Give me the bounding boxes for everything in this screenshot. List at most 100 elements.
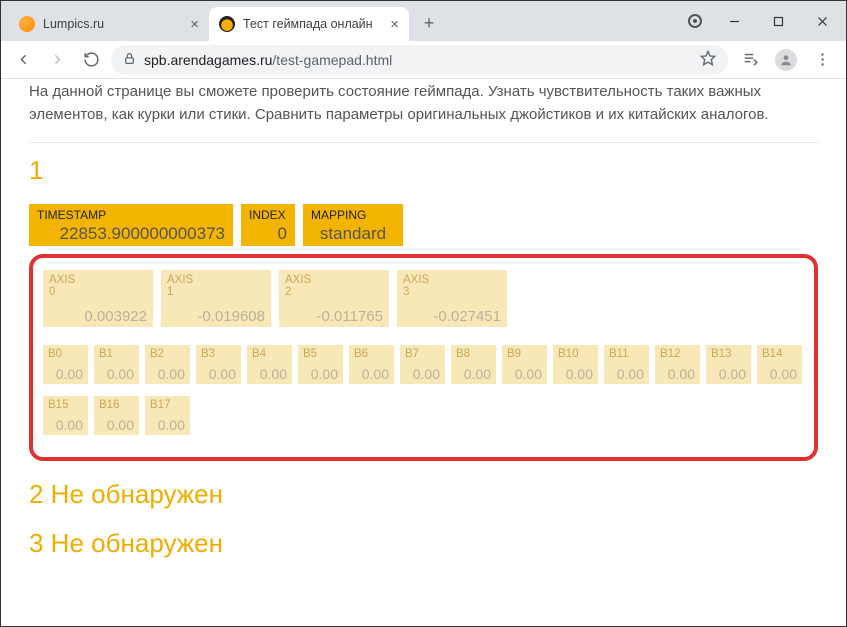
button-box: B40.00 [247, 345, 292, 384]
url-text: spb.arendagames.ru/test-gamepad.html [144, 52, 692, 68]
button-value: 0.00 [48, 411, 83, 433]
button-label: B6 [354, 348, 389, 360]
button-value: 0.00 [456, 360, 491, 382]
menu-button[interactable] [806, 46, 838, 74]
button-value: 0.00 [405, 360, 440, 382]
mapping-label: MAPPING [311, 208, 395, 222]
axes-row: AXIS00.003922AXIS1-0.019608AXIS2-0.01176… [43, 270, 804, 327]
button-box: B170.00 [145, 396, 190, 435]
button-label: B15 [48, 399, 83, 411]
button-label: B13 [711, 348, 746, 360]
lock-icon [123, 52, 136, 68]
button-label: B16 [99, 399, 134, 411]
axis-label: AXIS [285, 274, 383, 286]
button-label: B12 [660, 348, 695, 360]
timestamp-box: TIMESTAMP 22853.900000000373 [29, 204, 233, 246]
button-value: 0.00 [762, 360, 797, 382]
reading-list-icon[interactable] [734, 46, 766, 74]
button-box: B00.00 [43, 345, 88, 384]
favicon-lumpics [19, 16, 35, 32]
button-value: 0.00 [660, 360, 695, 382]
axis-value: 0.003922 [49, 298, 147, 325]
button-label: B14 [762, 348, 797, 360]
title-bar: Lumpics.ru × ⬤ Тест геймпада онлайн × + [1, 1, 846, 41]
button-value: 0.00 [99, 411, 134, 433]
button-label: B4 [252, 348, 287, 360]
bookmark-star-icon[interactable] [700, 50, 716, 69]
timestamp-value: 22853.900000000373 [37, 222, 225, 244]
profile-button[interactable] [770, 46, 802, 74]
tab-gamepad-test[interactable]: ⬤ Тест геймпада онлайн × [209, 7, 409, 41]
button-value: 0.00 [558, 360, 593, 382]
axis-index: 2 [285, 286, 383, 298]
button-label: B8 [456, 348, 491, 360]
button-label: B7 [405, 348, 440, 360]
index-label: INDEX [249, 208, 287, 222]
close-tab-icon[interactable]: × [390, 16, 399, 33]
button-box: B50.00 [298, 345, 343, 384]
toolbar: spb.arendagames.ru/test-gamepad.html [1, 41, 846, 79]
button-box: B10.00 [94, 345, 139, 384]
button-value: 0.00 [711, 360, 746, 382]
button-box: B20.00 [145, 345, 190, 384]
page-content: На данной странице вы сможете проверить … [1, 79, 846, 626]
new-tab-button[interactable]: + [415, 9, 443, 37]
button-label: B3 [201, 348, 236, 360]
button-label: B1 [99, 348, 134, 360]
axis-value: -0.019608 [167, 298, 265, 325]
gamepad-meta-row: TIMESTAMP 22853.900000000373 INDEX 0 MAP… [29, 204, 818, 246]
gamepad-1-heading: 1 [29, 155, 818, 186]
button-box: B80.00 [451, 345, 496, 384]
button-value: 0.00 [507, 360, 542, 382]
toolbar-icons [734, 46, 838, 74]
account-indicator-icon[interactable] [680, 6, 710, 36]
button-value: 0.00 [252, 360, 287, 382]
close-window-button[interactable] [802, 6, 842, 36]
gamepad-2-heading: 2 Не обнаружен [29, 479, 818, 510]
back-button[interactable] [9, 46, 37, 74]
axis-label: AXIS [403, 274, 501, 286]
button-value: 0.00 [609, 360, 644, 382]
mapping-box: MAPPING standard [303, 204, 403, 246]
close-tab-icon[interactable]: × [190, 16, 199, 33]
axis-index: 0 [49, 286, 147, 298]
button-box: B100.00 [553, 345, 598, 384]
axis-label: AXIS [49, 274, 147, 286]
axis-index: 3 [403, 286, 501, 298]
button-value: 0.00 [99, 360, 134, 382]
button-label: B5 [303, 348, 338, 360]
button-box: B120.00 [655, 345, 700, 384]
button-box: B160.00 [94, 396, 139, 435]
reload-button[interactable] [77, 46, 105, 74]
index-value: 0 [249, 222, 287, 244]
button-value: 0.00 [201, 360, 236, 382]
intro-text: На данной странице вы сможете проверить … [29, 79, 818, 126]
axis-value: -0.011765 [285, 298, 383, 325]
button-box: B30.00 [196, 345, 241, 384]
maximize-button[interactable] [758, 6, 798, 36]
button-box: B110.00 [604, 345, 649, 384]
forward-button[interactable] [43, 46, 71, 74]
button-value: 0.00 [150, 411, 185, 433]
axis-box: AXIS1-0.019608 [161, 270, 271, 327]
button-box: B70.00 [400, 345, 445, 384]
button-label: B2 [150, 348, 185, 360]
address-bar[interactable]: spb.arendagames.ru/test-gamepad.html [111, 45, 728, 75]
axis-box: AXIS00.003922 [43, 270, 153, 327]
button-value: 0.00 [150, 360, 185, 382]
axis-box: AXIS2-0.011765 [279, 270, 389, 327]
button-value: 0.00 [354, 360, 389, 382]
divider [29, 142, 818, 143]
buttons-row: B00.00B10.00B20.00B30.00B40.00B50.00B60.… [43, 345, 804, 441]
button-label: B11 [609, 348, 644, 360]
favicon-gamepad: ⬤ [219, 16, 235, 32]
tab-strip: Lumpics.ru × ⬤ Тест геймпада онлайн × + [1, 5, 680, 41]
index-box: INDEX 0 [241, 204, 295, 246]
mapping-value: standard [311, 222, 395, 244]
button-label: B0 [48, 348, 83, 360]
tab-lumpics[interactable]: Lumpics.ru × [9, 7, 209, 41]
button-value: 0.00 [48, 360, 83, 382]
axis-value: -0.027451 [403, 298, 501, 325]
button-label: B10 [558, 348, 593, 360]
minimize-button[interactable] [714, 6, 754, 36]
